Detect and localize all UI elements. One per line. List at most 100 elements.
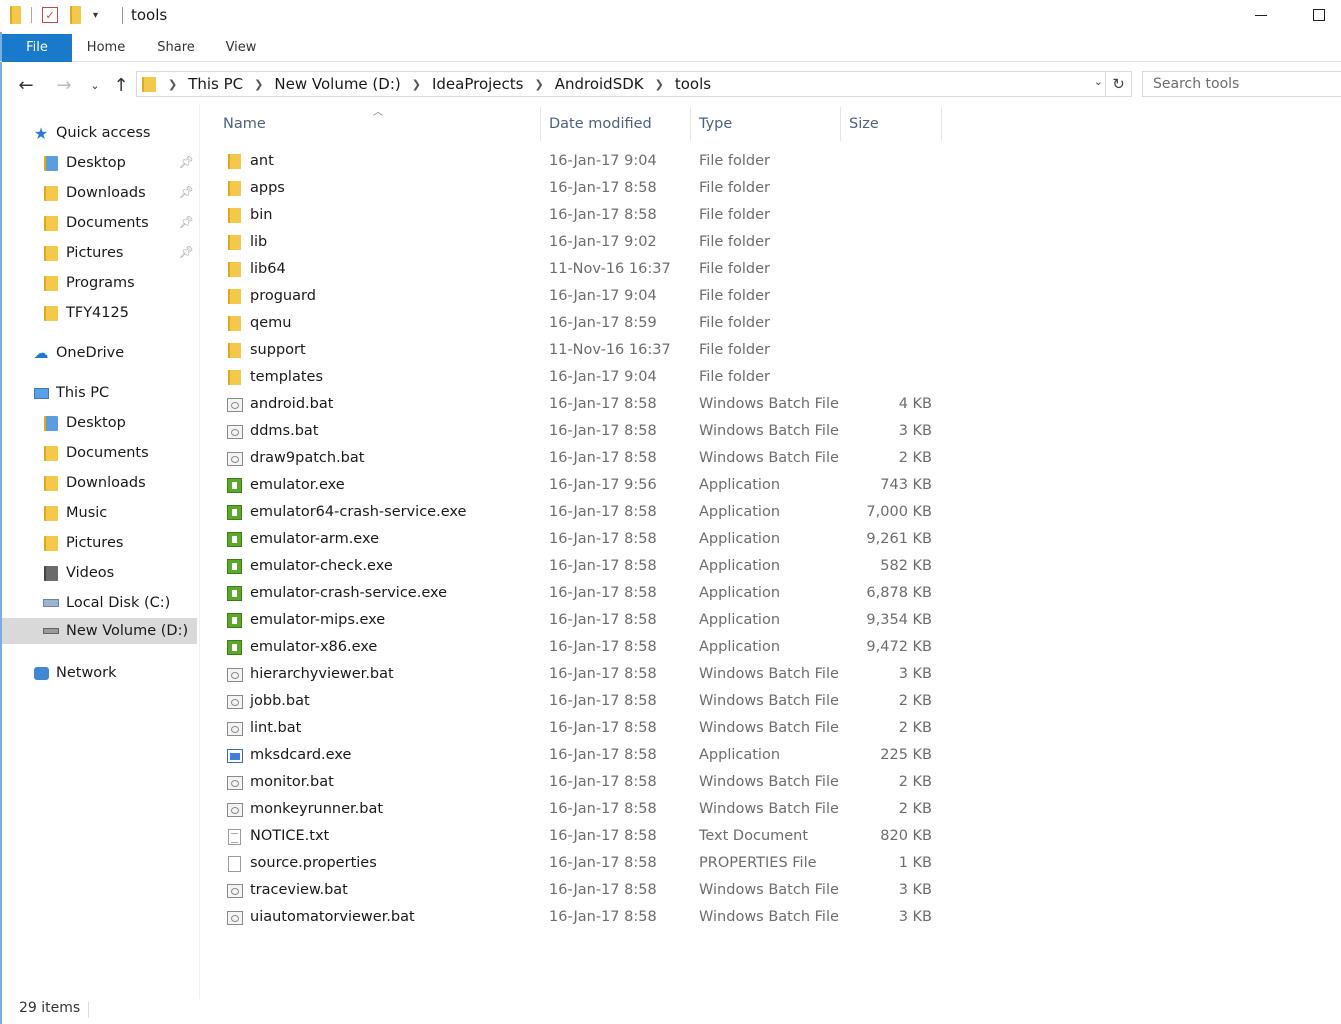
pin-icon[interactable]: 📌︎ <box>179 155 194 169</box>
file-row[interactable]: proguard 16-Jan-17 9:04 File folder <box>222 283 942 310</box>
minimize-button[interactable] <box>1238 0 1284 30</box>
tab-view[interactable]: View <box>215 34 267 62</box>
file-row[interactable]: bin 16-Jan-17 8:58 File folder <box>222 202 942 229</box>
tab-home[interactable]: Home <box>78 34 134 62</box>
file-row[interactable]: emulator-crash-service.exe 16-Jan-17 8:58… <box>222 580 942 607</box>
file-row[interactable]: monkeyrunner.bat 16-Jan-17 8:58 Windows Ba… <box>222 796 942 823</box>
column-header-size[interactable]: Size <box>849 107 879 141</box>
nav-music[interactable]: Music <box>42 500 198 526</box>
breadcrumb-tools[interactable]: tools <box>675 75 711 93</box>
file-name: emulator-mips.exe <box>250 612 386 628</box>
maximize-button[interactable] <box>1296 0 1341 30</box>
file-row[interactable]: monitor.bat 16-Jan-17 8:58 Windows Batch F… <box>222 769 942 796</box>
file-size: 3 KB <box>898 666 932 682</box>
nav-desktop[interactable]: Desktop <box>42 410 198 436</box>
column-divider[interactable] <box>840 107 841 141</box>
breadcrumb-new-volume[interactable]: New Volume (D:) <box>274 75 400 93</box>
nav-pictures-quick[interactable]: Pictures 📌︎ <box>42 240 198 266</box>
nav-label: Quick access <box>56 125 151 141</box>
new-folder-icon[interactable] <box>70 6 81 24</box>
nav-new-volume-d[interactable]: New Volume (D:) <box>2 618 197 644</box>
nav-desktop-quick[interactable]: Desktop 📌︎ <box>42 150 198 176</box>
properties-checkbox-icon[interactable]: ✓ <box>42 7 58 23</box>
nav-onedrive[interactable]: ☁ OneDrive <box>32 340 198 366</box>
column-divider[interactable] <box>540 107 541 141</box>
forward-button[interactable]: → <box>51 72 77 98</box>
file-row[interactable]: uiautomatorviewer.bat 16-Jan-17 8:58 Windo… <box>222 904 942 931</box>
file-row[interactable]: emulator-x86.exe 16-Jan-17 8:58 Applicatio… <box>222 634 942 661</box>
tab-share[interactable]: Share <box>148 34 204 62</box>
file-name: source.properties <box>250 855 377 871</box>
nav-videos[interactable]: Videos <box>42 560 198 586</box>
file-row[interactable]: emulator-arm.exe 16-Jan-17 8:58 Applicatio… <box>222 526 942 553</box>
nav-downloads[interactable]: Downloads <box>42 470 198 496</box>
file-row[interactable]: emulator-mips.exe 16-Jan-17 8:58 Applicati… <box>222 607 942 634</box>
file-row[interactable]: jobb.bat 16-Jan-17 8:58 Windows Batch File… <box>222 688 942 715</box>
column-divider[interactable] <box>690 107 691 141</box>
chevron-right-icon[interactable]: ❯ <box>534 78 543 91</box>
address-history-dropdown-icon[interactable]: ⌄ <box>1094 75 1103 88</box>
file-row[interactable]: android.bat 16-Jan-17 8:58 Windows Batch F… <box>222 391 942 418</box>
file-row[interactable]: templates 16-Jan-17 9:04 File folder <box>222 364 942 391</box>
file-row[interactable]: lint.bat 16-Jan-17 8:58 Windows Batch File… <box>222 715 942 742</box>
up-button[interactable]: ↑ <box>108 72 134 98</box>
breadcrumb-androidsdk[interactable]: AndroidSDK <box>555 75 644 93</box>
file-row[interactable]: emulator.exe 16-Jan-17 9:56 Application 743… <box>222 472 942 499</box>
file-row[interactable]: traceview.bat 16-Jan-17 8:58 Windows Batch… <box>222 877 942 904</box>
tab-file[interactable]: File <box>2 34 72 62</box>
file-row[interactable]: lib64 11-Nov-16 16:37 File folder <box>222 256 942 283</box>
file-row[interactable]: hierarchyviewer.bat 16-Jan-17 8:58 Windows… <box>222 661 942 688</box>
file-row[interactable]: source.properties 16-Jan-17 8:58 PROPERTIE… <box>222 850 942 877</box>
column-header-type[interactable]: Type <box>699 107 732 141</box>
refresh-button[interactable]: ↻ <box>1106 71 1132 97</box>
customize-toolbar-dropdown-icon[interactable]: ▾ <box>93 10 98 21</box>
file-date-modified: 16-Jan-17 8:58 <box>549 396 657 412</box>
nav-downloads-quick[interactable]: Downloads 📌︎ <box>42 180 198 206</box>
chevron-right-icon[interactable]: ❯ <box>412 78 421 91</box>
file-row[interactable]: draw9patch.bat 16-Jan-17 8:58 Windows Batc… <box>222 445 942 472</box>
file-row[interactable]: apps 16-Jan-17 8:58 File folder <box>222 175 942 202</box>
nav-pictures[interactable]: Pictures <box>42 530 198 556</box>
chevron-right-icon[interactable]: ❯ <box>254 78 263 91</box>
application-icon <box>227 613 242 628</box>
column-header-name[interactable]: Name <box>223 107 266 141</box>
file-date-modified: 16-Jan-17 8:58 <box>549 855 657 871</box>
nav-this-pc[interactable]: This PC <box>32 380 198 406</box>
file-row[interactable]: mksdcard.exe 16-Jan-17 8:58 Application 225… <box>222 742 942 769</box>
recent-locations-button[interactable]: ⌄ <box>82 72 108 98</box>
column-divider[interactable] <box>941 107 942 141</box>
nav-documents-quick[interactable]: Documents 📌︎ <box>42 210 198 236</box>
star-icon: ★ <box>33 123 49 143</box>
file-row[interactable]: ddms.bat 16-Jan-17 8:58 Windows Batch File… <box>222 418 942 445</box>
back-button[interactable]: ← <box>13 72 39 98</box>
column-header-date[interactable]: Date modified <box>549 107 652 141</box>
nav-tfy4125[interactable]: TFY4125 <box>42 300 198 326</box>
chevron-right-icon[interactable]: ❯ <box>168 78 177 91</box>
file-size: 2 KB <box>898 801 932 817</box>
folder-icon <box>44 305 58 321</box>
nav-network[interactable]: Network <box>32 660 198 686</box>
file-row[interactable]: emulator64-crash-service.exe 16-Jan-17 8:… <box>222 499 942 526</box>
nav-documents[interactable]: Documents <box>42 440 198 466</box>
pin-icon[interactable]: 📌︎ <box>179 185 194 199</box>
breadcrumb-this-pc[interactable]: This PC <box>188 75 243 93</box>
nav-quick-access[interactable]: ★ Quick access <box>32 120 198 146</box>
folder-icon <box>228 289 241 304</box>
file-size: 6,878 KB <box>866 585 932 601</box>
file-row[interactable]: lib 16-Jan-17 9:02 File folder <box>222 229 942 256</box>
file-row[interactable]: ant 16-Jan-17 9:04 File folder <box>222 148 942 175</box>
file-name: qemu <box>250 315 292 331</box>
search-input[interactable]: Search tools <box>1142 71 1341 97</box>
pin-icon[interactable]: 📌︎ <box>179 245 194 259</box>
file-row[interactable]: NOTICE.txt 16-Jan-17 8:58 Text Document 820… <box>222 823 942 850</box>
batch-file-icon <box>226 775 243 790</box>
file-row[interactable]: emulator-check.exe 16-Jan-17 8:58 Applicat… <box>222 553 942 580</box>
pin-icon[interactable]: 📌︎ <box>179 215 194 229</box>
nav-programs[interactable]: Programs <box>42 270 198 296</box>
breadcrumb-ideaprojects[interactable]: IdeaProjects <box>432 75 524 93</box>
file-row[interactable]: qemu 16-Jan-17 8:59 File folder <box>222 310 942 337</box>
file-row[interactable]: support 11-Nov-16 16:37 File folder <box>222 337 942 364</box>
chevron-right-icon[interactable]: ❯ <box>655 78 664 91</box>
address-bar[interactable]: ❯ This PC ❯ New Volume (D:) ❯ IdeaProjec… <box>136 71 1106 97</box>
nav-local-disk-c[interactable]: Local Disk (C:) <box>42 590 198 616</box>
